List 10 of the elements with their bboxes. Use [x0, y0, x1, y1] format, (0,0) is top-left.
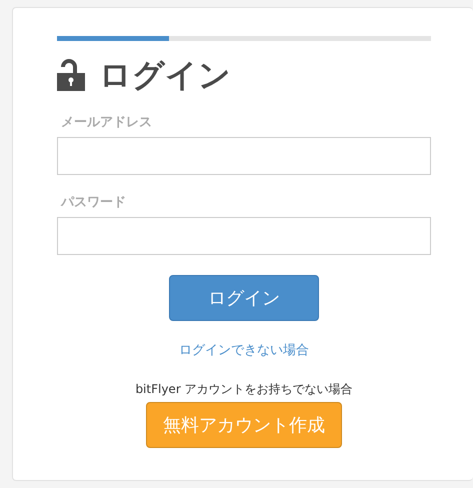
field-label: パスワード [61, 195, 127, 211]
input-field[interactable] [57, 137, 431, 175]
help-link[interactable]: ログインできない場合 [179, 341, 309, 359]
login-button[interactable]: ログイン [169, 275, 319, 321]
signup-prompt: bitFlyer アカウントをお持ちでない場合 [135, 381, 353, 398]
page-title: ログイン [99, 55, 231, 95]
lock-icon [57, 59, 85, 91]
signup-button[interactable]: 無料アカウント作成 [146, 402, 342, 448]
input-field[interactable] [57, 217, 431, 255]
field-label: メールアドレス [61, 115, 153, 131]
